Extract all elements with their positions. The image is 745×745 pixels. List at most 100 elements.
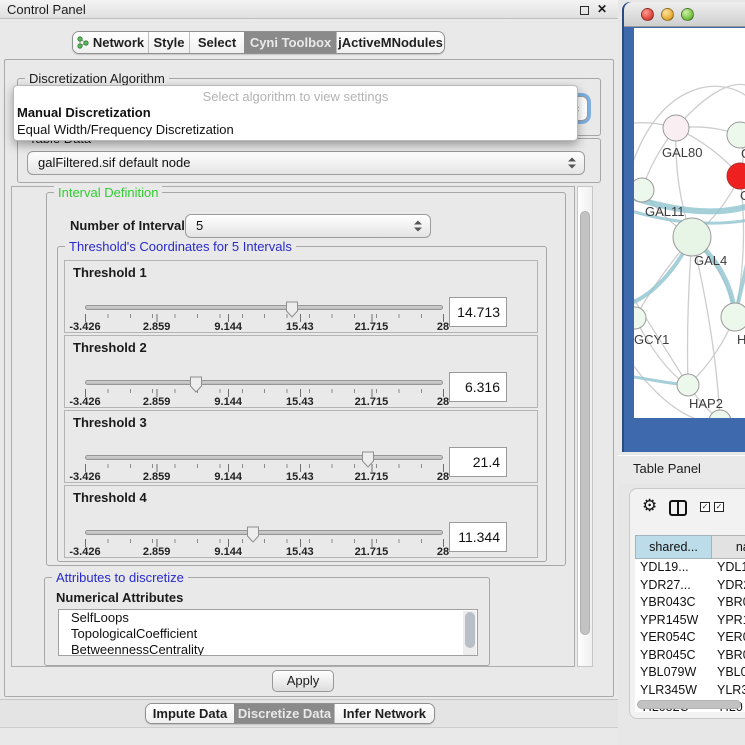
node-label: H bbox=[737, 332, 745, 347]
threshold-3-slider[interactable]: -3.426 2.859 9.144 15.43 21.715 28 bbox=[85, 411, 443, 484]
network-canvas[interactable]: GAL80 G C GAL11 GAL4 GCY1 H HAP2 bbox=[634, 28, 745, 418]
table-row[interactable]: YDR27...YDR2 bbox=[635, 577, 745, 595]
threshold-panel-1: Threshold 1 -3.426 2.859 9.144 15.43 21.… bbox=[64, 260, 538, 333]
split-columns-icon[interactable] bbox=[669, 500, 687, 516]
apply-button[interactable]: Apply bbox=[272, 670, 334, 692]
tick-label: 28 bbox=[437, 546, 449, 558]
threshold-2-value[interactable]: 6.316 bbox=[449, 372, 507, 402]
number-of-intervals-value: 5 bbox=[196, 218, 203, 233]
tick-label: -3.426 bbox=[69, 321, 100, 333]
thresholds-group-title: Threshold's Coordinates for 5 Intervals bbox=[65, 239, 296, 254]
tick-label: 2.859 bbox=[143, 471, 171, 483]
interval-definition-title: Interval Definition bbox=[54, 185, 162, 200]
tick-label: 15.43 bbox=[286, 546, 314, 558]
minimize-traffic-light-icon[interactable] bbox=[661, 8, 674, 21]
combo-arrows-icon bbox=[568, 158, 575, 169]
close-icon[interactable]: ✕ bbox=[597, 2, 607, 16]
threshold-1-slider[interactable]: -3.426 2.859 9.144 15.43 21.715 28 bbox=[85, 261, 443, 334]
slider-track[interactable] bbox=[85, 530, 443, 535]
tick-label: 2.859 bbox=[143, 546, 171, 558]
scrollbar-thumb[interactable] bbox=[580, 211, 590, 635]
threshold-3-slider-thumb[interactable] bbox=[361, 451, 374, 468]
table-data-value: galFiltered.sif default node bbox=[38, 155, 190, 170]
scrollbar-thumb[interactable] bbox=[465, 612, 475, 648]
column-header-name[interactable]: name bbox=[712, 535, 745, 559]
node-label: GAL11 bbox=[645, 204, 685, 219]
tab-jactivemnodules[interactable]: jActiveMNodules bbox=[336, 32, 444, 53]
threshold-1-slider-thumb[interactable] bbox=[285, 301, 298, 318]
algorithm-option-equal-width[interactable]: Equal Width/Frequency Discretization bbox=[14, 121, 577, 138]
algorithm-dropdown-popup: Select algorithm to view settings Manual… bbox=[13, 85, 578, 141]
tab-discretize-data[interactable]: Discretize Data bbox=[234, 704, 334, 723]
tick-label: 9.144 bbox=[214, 546, 242, 558]
threshold-2-slider[interactable]: -3.426 2.859 9.144 15.43 21.715 28 bbox=[85, 336, 443, 409]
tick-label: 21.715 bbox=[355, 546, 389, 558]
tick-label: 2.859 bbox=[143, 396, 171, 408]
node-label: GAL80 bbox=[662, 145, 702, 160]
list-item[interactable]: TopologicalCoefficient bbox=[59, 626, 477, 642]
numerical-attributes-list[interactable]: SelfLoops TopologicalCoefficient Between… bbox=[58, 609, 478, 656]
column-header-shared[interactable]: shared... bbox=[635, 535, 712, 559]
list-scrollbar[interactable] bbox=[463, 611, 476, 655]
tab-network[interactable]: Network bbox=[73, 32, 148, 53]
network-window-titlebar[interactable] bbox=[624, 2, 745, 27]
algorithm-hint-item[interactable]: Select algorithm to view settings bbox=[14, 86, 577, 104]
node-label: GCY1 bbox=[634, 332, 669, 347]
threshold-3-value[interactable]: 21.4 bbox=[449, 447, 507, 477]
threshold-2-slider-thumb[interactable] bbox=[189, 376, 202, 393]
table-row[interactable]: YBR045CYBR0 bbox=[635, 647, 745, 665]
tab-style[interactable]: Style bbox=[148, 32, 189, 53]
table-row[interactable]: YLR345WYLR3 bbox=[635, 682, 745, 700]
number-of-intervals-label: Number of Intervals bbox=[70, 218, 192, 233]
algorithm-option-manual[interactable]: Manual Discretization bbox=[14, 104, 577, 121]
threshold-panel-2: Threshold 2 -3.426 2.859 9.144 15.43 21.… bbox=[64, 335, 538, 408]
tick-label: 15.43 bbox=[286, 321, 314, 333]
tab-network-label: Network bbox=[93, 35, 144, 50]
table-row[interactable]: YBL079WYBL0 bbox=[635, 664, 745, 682]
threshold-4-slider[interactable]: -3.426 2.859 9.144 15.43 21.715 28 bbox=[85, 486, 443, 559]
threshold-panel-4: Threshold 4 -3.426 2.859 9.144 15.43 21.… bbox=[64, 485, 538, 558]
list-item[interactable]: BetweennessCentrality bbox=[59, 642, 477, 656]
node bbox=[727, 122, 745, 148]
attributes-group-title: Attributes to discretize bbox=[52, 570, 188, 585]
close-traffic-light-icon[interactable] bbox=[641, 8, 654, 21]
threshold-1-value[interactable]: 14.713 bbox=[449, 297, 507, 327]
control-panel: Control Panel ✕ Network Style Select Cyn… bbox=[0, 0, 618, 745]
threshold-4-slider-thumb[interactable] bbox=[247, 526, 260, 543]
tick-label: 9.144 bbox=[214, 321, 242, 333]
slider-track[interactable] bbox=[85, 455, 443, 460]
checkbox-icon[interactable] bbox=[714, 502, 724, 512]
tab-select[interactable]: Select bbox=[189, 32, 244, 53]
table-row[interactable]: YDL19...YDL1 bbox=[635, 559, 745, 577]
tab-infer-network[interactable]: Infer Network bbox=[334, 704, 434, 723]
node-label: G bbox=[741, 146, 745, 161]
node bbox=[673, 218, 711, 256]
discretization-algorithm-group-title: Discretization Algorithm bbox=[25, 71, 169, 86]
tick-label: 9.144 bbox=[214, 471, 242, 483]
horizontal-scrollbar[interactable] bbox=[637, 700, 741, 709]
table-header-row: shared... name bbox=[635, 535, 745, 559]
network-view-window: GAL80 G C GAL11 GAL4 GCY1 H HAP2 bbox=[622, 2, 745, 452]
checkbox-icon[interactable] bbox=[700, 502, 710, 512]
table-row[interactable]: YPR145WYPR1 bbox=[635, 612, 745, 630]
list-item[interactable]: SelfLoops bbox=[59, 610, 477, 626]
tab-cyni-toolbox[interactable]: Cyni Toolbox bbox=[244, 32, 336, 53]
number-of-intervals-combobox[interactable]: 5 bbox=[185, 214, 431, 238]
table-row[interactable]: YER054CYER0 bbox=[635, 629, 745, 647]
tab-impute-data[interactable]: Impute Data bbox=[146, 704, 234, 723]
vertical-scrollbar[interactable] bbox=[577, 186, 593, 667]
control-panel-titlebar: Control Panel ✕ bbox=[0, 0, 618, 19]
node-selected bbox=[727, 163, 745, 189]
table-data-combobox[interactable]: galFiltered.sif default node bbox=[27, 151, 585, 175]
gear-icon[interactable]: ⚙ bbox=[642, 496, 657, 516]
tick-label: 9.144 bbox=[214, 396, 242, 408]
node-attribute-table[interactable]: YDL19...YDL1 YDR27...YDR2 YBR043CYBR0 YP… bbox=[635, 559, 745, 712]
table-row[interactable]: YBR043CYBR0 bbox=[635, 594, 745, 612]
threshold-4-value[interactable]: 11.344 bbox=[449, 522, 507, 552]
node bbox=[677, 374, 699, 396]
tick-label: 21.715 bbox=[355, 471, 389, 483]
float-panel-icon[interactable] bbox=[580, 6, 589, 15]
slider-track[interactable] bbox=[85, 305, 443, 310]
slider-track[interactable] bbox=[85, 380, 443, 385]
zoom-traffic-light-icon[interactable] bbox=[681, 8, 694, 21]
